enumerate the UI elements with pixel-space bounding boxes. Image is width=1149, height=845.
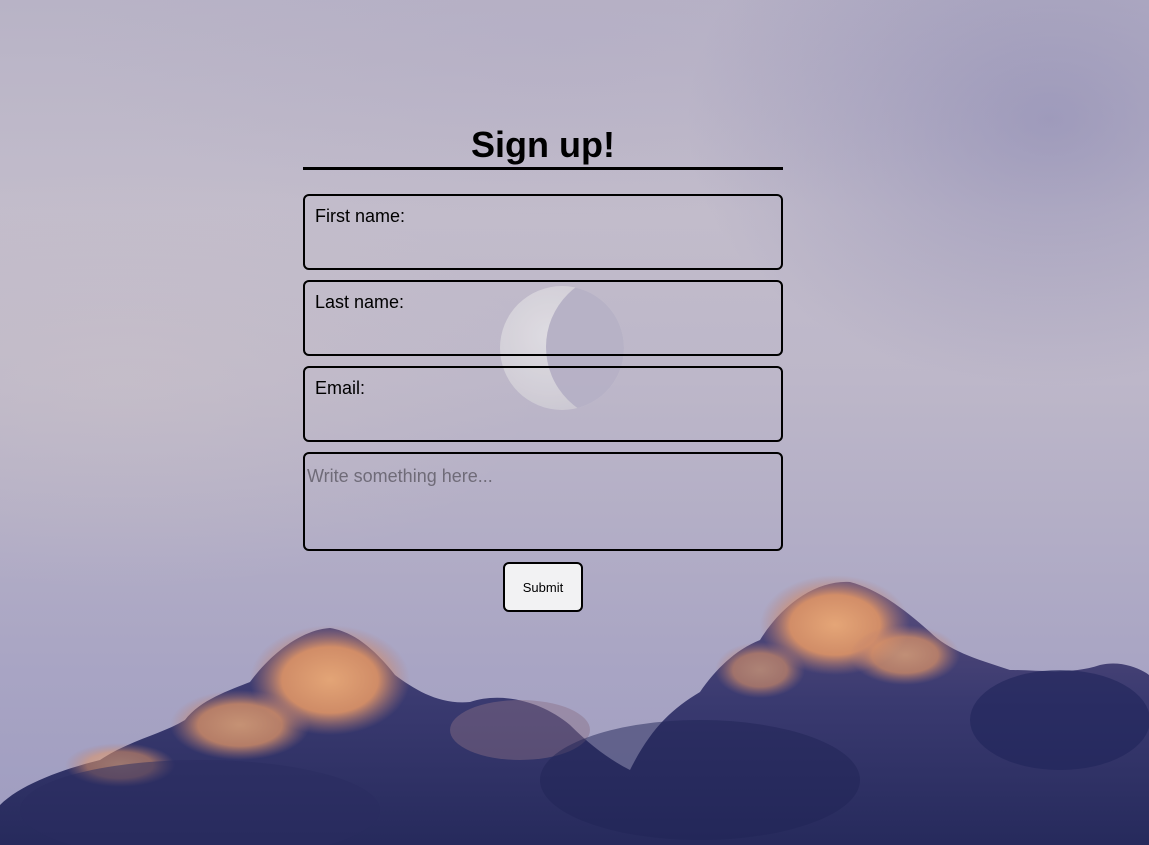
first-name-label: First name: bbox=[315, 206, 406, 226]
email-field[interactable]: Email: bbox=[303, 366, 783, 442]
last-name-label: Last name: bbox=[315, 292, 405, 312]
signup-form: Sign up! First name: Last name: Email: S… bbox=[303, 120, 783, 612]
page-title: Sign up! bbox=[303, 120, 783, 170]
last-name-field[interactable]: Last name: bbox=[303, 280, 783, 356]
first-name-field[interactable]: First name: bbox=[303, 194, 783, 270]
first-name-input[interactable] bbox=[315, 232, 771, 260]
message-textarea[interactable] bbox=[303, 452, 783, 551]
email-input[interactable] bbox=[315, 404, 771, 432]
submit-button[interactable]: Submit bbox=[503, 562, 583, 612]
last-name-input[interactable] bbox=[315, 318, 771, 346]
email-label: Email: bbox=[315, 378, 366, 398]
